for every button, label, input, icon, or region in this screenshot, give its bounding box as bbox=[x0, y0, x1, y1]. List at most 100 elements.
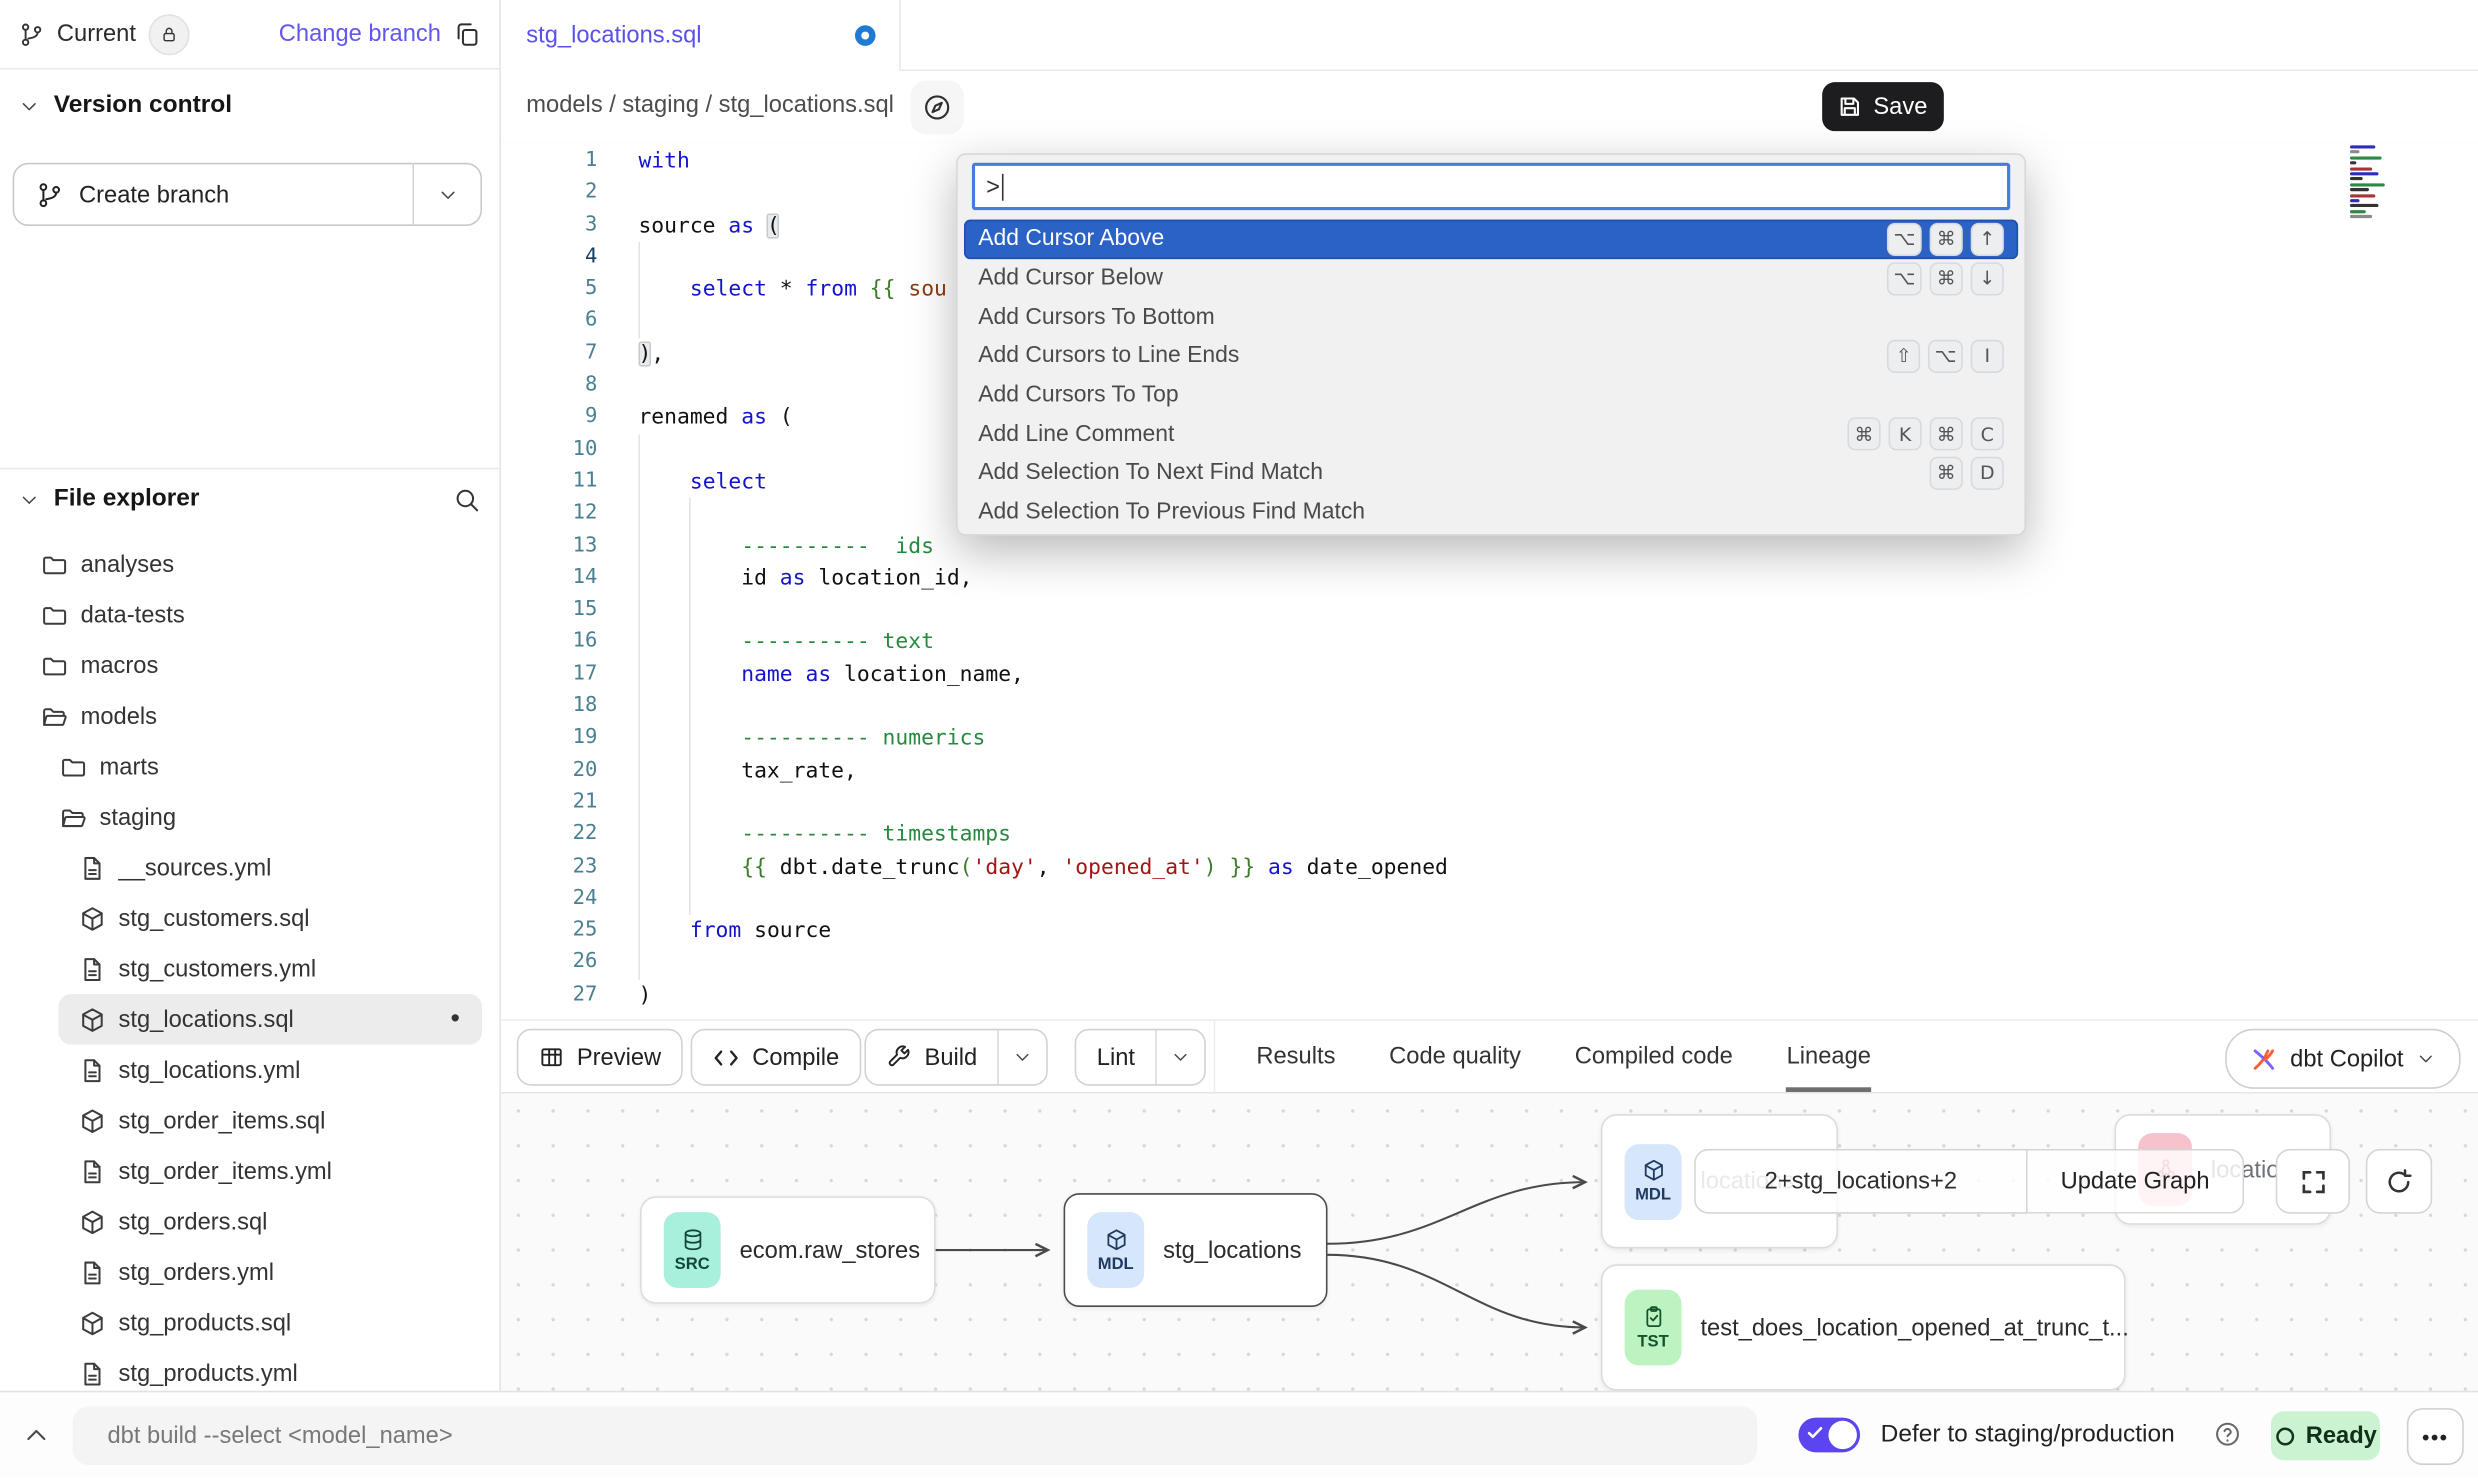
minimap-line bbox=[2350, 215, 2372, 218]
file-icon bbox=[79, 1158, 106, 1185]
file-label: stg_order_items.sql bbox=[119, 1107, 326, 1134]
keycap: ⌘ bbox=[1930, 223, 1963, 256]
code-line-25: from source bbox=[638, 915, 2414, 947]
command-palette-input[interactable]: > bbox=[972, 163, 2010, 210]
line-number: 4 bbox=[501, 242, 597, 274]
minimap-line bbox=[2350, 194, 2375, 197]
version-control-title: Version control bbox=[54, 92, 232, 120]
chevron-down-icon bbox=[1171, 1048, 1190, 1067]
preview-button[interactable]: Preview bbox=[517, 1029, 684, 1086]
compile-button[interactable]: Compile bbox=[691, 1029, 862, 1086]
file-row-models[interactable]: models bbox=[0, 691, 498, 742]
line-number: 3 bbox=[501, 210, 597, 242]
file-row-macros[interactable]: macros bbox=[0, 640, 498, 691]
file-icon bbox=[79, 1360, 106, 1387]
palette-item[interactable]: Add Cursor Above⌥⌘↑ bbox=[964, 220, 2018, 259]
tab-stg-locations-sql[interactable]: stg_locations.sql bbox=[501, 0, 901, 71]
copy-icon[interactable] bbox=[454, 21, 481, 48]
palette-item[interactable]: Add Selection To Next Find Match⌘D bbox=[964, 454, 2018, 493]
keycap: ⇧ bbox=[1887, 340, 1920, 373]
lint-dropdown[interactable] bbox=[1157, 1030, 1204, 1084]
lineage-selector-input[interactable]: 2+stg_locations+2 bbox=[1694, 1149, 2027, 1214]
file-row-stg-products-sql[interactable]: stg_products.sql bbox=[0, 1297, 498, 1348]
create-branch-button[interactable]: Create branch bbox=[13, 163, 482, 226]
command-input[interactable]: dbt build --select <model_name> bbox=[73, 1407, 1758, 1465]
update-graph-button[interactable]: Update Graph bbox=[2028, 1149, 2245, 1214]
panel-tab-code-quality[interactable]: Code quality bbox=[1389, 1021, 1521, 1092]
file-label: analyses bbox=[81, 551, 175, 578]
palette-item[interactable]: Add Cursors To Top bbox=[964, 376, 2018, 415]
file-row-stg-order-items-sql[interactable]: stg_order_items.sql bbox=[0, 1095, 498, 1146]
dbt-copilot-button[interactable]: dbt Copilot bbox=[2225, 1029, 2460, 1089]
refresh-button[interactable] bbox=[2366, 1149, 2432, 1214]
file-row-stg-products-yml[interactable]: stg_products.yml bbox=[0, 1348, 498, 1391]
fullscreen-button[interactable] bbox=[2276, 1149, 2350, 1214]
lineage-node-source[interactable]: SRC ecom.raw_stores bbox=[640, 1196, 936, 1303]
ready-status-button[interactable]: Ready bbox=[2271, 1411, 2380, 1460]
chevron-up-icon[interactable] bbox=[22, 1421, 50, 1449]
build-button[interactable]: Build bbox=[864, 1029, 1048, 1086]
navigate-button[interactable] bbox=[910, 81, 964, 135]
create-branch-dropdown[interactable] bbox=[412, 164, 480, 224]
defer-label: Defer to staging/production bbox=[1881, 1421, 2175, 1449]
more-options-button[interactable]: ••• bbox=[2407, 1408, 2464, 1465]
palette-item[interactable]: Add Cursors To Bottom bbox=[964, 298, 2018, 337]
file-label: stg_customers.sql bbox=[119, 905, 310, 932]
chevron-down-icon bbox=[1014, 1048, 1033, 1067]
defer-toggle[interactable] bbox=[1798, 1418, 1860, 1453]
file-row-stg-customers-yml[interactable]: stg_customers.yml bbox=[0, 943, 498, 994]
panel-tab-lineage[interactable]: Lineage bbox=[1787, 1021, 1871, 1092]
file-row-stg-locations-yml[interactable]: stg_locations.yml bbox=[0, 1045, 498, 1096]
code-line-26 bbox=[638, 947, 2414, 979]
file-row--sources-yml[interactable]: __sources.yml bbox=[0, 842, 498, 893]
unsaved-changes-dot bbox=[855, 25, 876, 46]
help-icon[interactable] bbox=[2214, 1421, 2241, 1448]
file-row-stg-orders-sql[interactable]: stg_orders.sql bbox=[0, 1196, 498, 1247]
build-dropdown[interactable] bbox=[999, 1030, 1046, 1084]
lineage-node-test[interactable]: TST test_does_location_opened_at_trunc_t… bbox=[1601, 1264, 2126, 1390]
file-label: staging bbox=[100, 804, 176, 831]
file-label: stg_orders.sql bbox=[119, 1208, 268, 1235]
line-number: 12 bbox=[501, 498, 597, 530]
file-row-stg-orders-yml[interactable]: stg_orders.yml bbox=[0, 1247, 498, 1298]
lineage-node-stg-locations[interactable]: MDL stg_locations bbox=[1064, 1193, 1328, 1307]
code-line-14: id as location_id, bbox=[638, 562, 2414, 594]
panel-tab-compiled-code[interactable]: Compiled code bbox=[1575, 1021, 1733, 1092]
change-branch-link[interactable]: Change branch bbox=[279, 21, 441, 48]
palette-item[interactable]: Add Cursor Below⌥⌘↓ bbox=[964, 259, 2018, 298]
minimap[interactable] bbox=[2350, 145, 2407, 220]
file-explorer-header[interactable]: File explorer bbox=[19, 485, 480, 513]
palette-item[interactable]: Add Line Comment⌘K⌘C bbox=[964, 415, 2018, 454]
file-row-stg-customers-sql[interactable]: stg_customers.sql bbox=[0, 893, 498, 944]
line-number: 1 bbox=[501, 145, 597, 177]
line-number: 21 bbox=[501, 787, 597, 819]
code-line-18 bbox=[638, 691, 2414, 723]
panel-tab-results[interactable]: Results bbox=[1256, 1021, 1335, 1092]
palette-item[interactable]: Add Cursors to Line Ends⇧⌥I bbox=[964, 337, 2018, 376]
file-row-marts[interactable]: marts bbox=[0, 741, 498, 792]
keycap: ⌥ bbox=[1887, 262, 1921, 295]
file-row-stg-locations-sql[interactable]: stg_locations.sql• bbox=[58, 994, 482, 1045]
save-button[interactable]: Save bbox=[1822, 82, 1944, 131]
status-bar: dbt build --select <model_name> Defer to… bbox=[0, 1391, 2478, 1478]
file-row-staging[interactable]: staging bbox=[0, 792, 498, 843]
file-row-data-tests[interactable]: data-tests bbox=[0, 589, 498, 640]
shortcut-keys: ⇧⌥I bbox=[1887, 340, 2004, 373]
minimap-line bbox=[2350, 188, 2369, 191]
file-row-stg-order-items-yml[interactable]: stg_order_items.yml bbox=[0, 1146, 498, 1197]
keycap: ⌘ bbox=[1847, 418, 1880, 451]
line-number: 25 bbox=[501, 915, 597, 947]
cube-icon bbox=[79, 1208, 106, 1235]
file-row-analyses[interactable]: analyses bbox=[0, 539, 498, 590]
line-number: 11 bbox=[501, 466, 597, 498]
tab-strip: stg_locations.sql bbox=[501, 0, 2478, 71]
minimap-line bbox=[2350, 156, 2382, 159]
version-control-header[interactable]: Version control bbox=[19, 92, 232, 120]
create-branch-label: Create branch bbox=[79, 181, 229, 208]
keycap: ⌥ bbox=[1887, 223, 1921, 256]
search-icon[interactable] bbox=[454, 486, 481, 513]
palette-item[interactable]: Add Selection To Previous Find Match bbox=[964, 493, 2018, 532]
lint-button[interactable]: Lint bbox=[1075, 1029, 1206, 1086]
lineage-canvas[interactable]: SRC ecom.raw_stores MDL stg_locations MD… bbox=[501, 1094, 2478, 1391]
file-icon bbox=[79, 1259, 106, 1286]
